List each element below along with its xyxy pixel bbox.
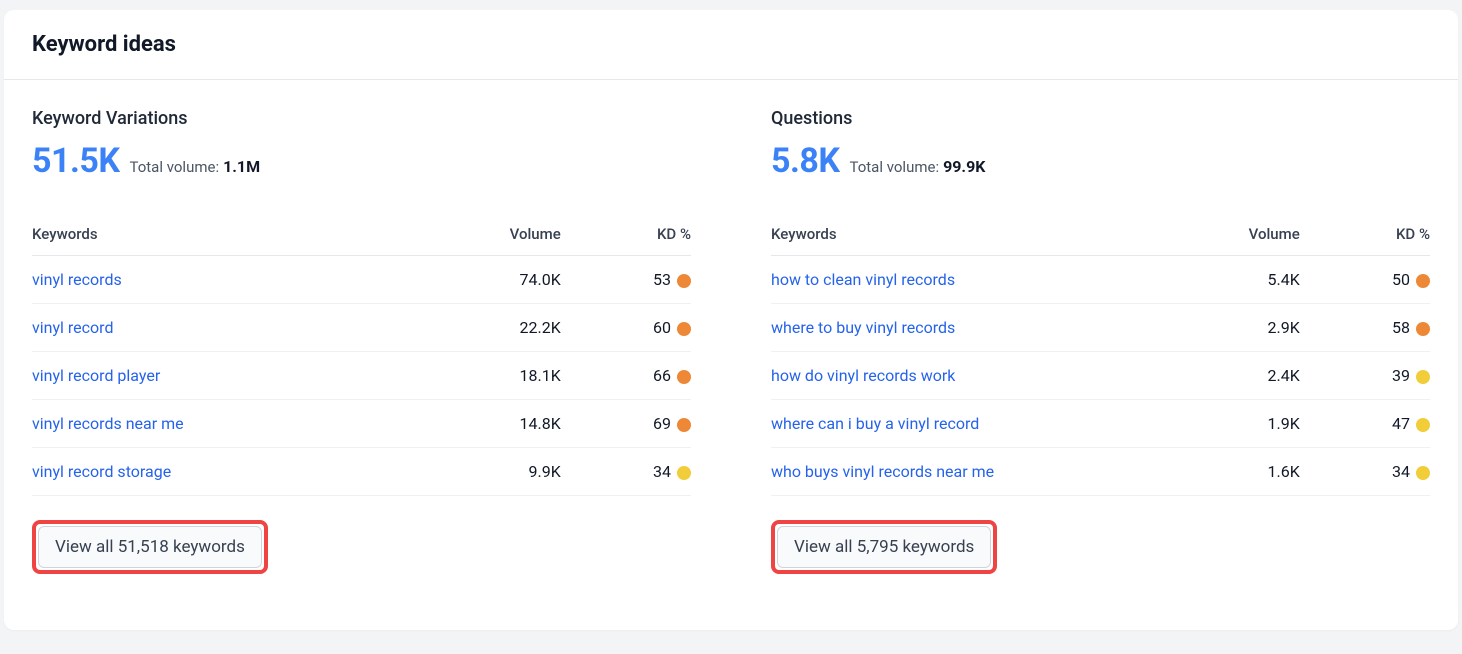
volume-cell: 18.1K [414, 352, 561, 400]
kd-difficulty-dot-icon [1416, 418, 1430, 432]
table-row: how to clean vinyl records 5.4K 50 [771, 256, 1430, 304]
variations-count: 51.5K [32, 141, 120, 181]
table-row: vinyl record 22.2K 60 [32, 304, 691, 352]
kd-difficulty-dot-icon [677, 322, 691, 336]
kd-value: 60 [653, 318, 671, 337]
table-row: where can i buy a vinyl record 1.9K 47 [771, 400, 1430, 448]
variations-tbody: vinyl records74.0K53vinyl record22.2K60v… [32, 256, 691, 496]
keyword-ideas-card: Keyword ideas Keyword Variations 51.5K T… [4, 10, 1458, 630]
questions-metric: 5.8K Total volume: 99.9K [771, 141, 1430, 181]
table-row: where to buy vinyl records 2.9K 58 [771, 304, 1430, 352]
volume-cell: 2.9K [1153, 304, 1300, 352]
keyword-link[interactable]: where to buy vinyl records [771, 318, 955, 337]
kd-cell: 47 [1300, 400, 1430, 448]
columns-wrap: Keyword Variations 51.5K Total volume: 1… [4, 80, 1458, 602]
questions-total-value: 99.9K [943, 157, 985, 176]
questions-total-wrap: Total volume: 99.9K [850, 157, 986, 176]
volume-cell: 2.4K [1153, 352, 1300, 400]
variations-total-label: Total volume: [130, 158, 220, 176]
variations-col-volume: Volume [414, 215, 561, 256]
kd-value: 34 [653, 462, 671, 481]
keyword-link[interactable]: where can i buy a vinyl record [771, 414, 979, 433]
kd-cell: 58 [1300, 304, 1430, 352]
card-header: Keyword ideas [4, 10, 1458, 80]
keyword-link[interactable]: who buys vinyl records near me [771, 462, 994, 481]
table-row: who buys vinyl records near me 1.6K 34 [771, 448, 1430, 496]
questions-tbody: how to clean vinyl records 5.4K 50 where to… [771, 256, 1430, 496]
volume-cell: 14.8K [414, 400, 561, 448]
volume-cell: 1.9K [1153, 400, 1300, 448]
variations-highlight-box: View all 51,518 keywords [32, 520, 268, 574]
questions-col-keywords: Keywords [771, 215, 1153, 256]
kd-cell: 60 [561, 304, 691, 352]
kd-value: 58 [1392, 318, 1410, 337]
card-title: Keyword ideas [32, 32, 1430, 57]
kd-cell: 50 [1300, 256, 1430, 304]
keyword-link[interactable]: vinyl records [32, 270, 122, 289]
table-row: vinyl records near me 14.8K 69 [32, 400, 691, 448]
keyword-link[interactable]: vinyl record storage [32, 462, 171, 481]
questions-col-kd: KD % [1300, 215, 1430, 256]
variations-column: Keyword Variations 51.5K Total volume: 1… [32, 108, 691, 574]
questions-count: 5.8K [771, 141, 840, 181]
kd-difficulty-dot-icon [677, 274, 691, 288]
volume-cell: 22.2K [414, 304, 561, 352]
kd-cell: 34 [561, 448, 691, 496]
kd-value: 47 [1392, 414, 1410, 433]
keyword-link[interactable]: how to clean vinyl records [771, 270, 955, 289]
questions-col-volume: Volume [1153, 215, 1300, 256]
kd-cell: 34 [1300, 448, 1430, 496]
view-all-questions-button[interactable]: View all 5,795 keywords [777, 526, 991, 568]
kd-value: 50 [1392, 270, 1410, 289]
kd-value: 39 [1392, 366, 1410, 385]
kd-difficulty-dot-icon [1416, 322, 1430, 336]
kd-cell: 66 [561, 352, 691, 400]
variations-col-kd: KD % [561, 215, 691, 256]
variations-total-wrap: Total volume: 1.1M [130, 157, 261, 176]
variations-table: Keywords Volume KD % vinyl records 74.0K 5… [32, 215, 691, 496]
kd-cell: 69 [561, 400, 691, 448]
table-row: vinyl records 74.0K 53 [32, 256, 691, 304]
kd-value: 34 [1392, 462, 1410, 481]
keyword-link[interactable]: vinyl record player [32, 366, 160, 385]
questions-total-label: Total volume: [850, 158, 940, 176]
table-row: vinyl record storage 9.9K 34 [32, 448, 691, 496]
kd-value: 53 [653, 270, 671, 289]
volume-cell: 5.4K [1153, 256, 1300, 304]
questions-title: Questions [771, 108, 1430, 129]
kd-cell: 53 [561, 256, 691, 304]
kd-cell: 39 [1300, 352, 1430, 400]
keyword-link[interactable]: how do vinyl records work [771, 366, 955, 385]
kd-difficulty-dot-icon [677, 370, 691, 384]
keyword-link[interactable]: vinyl record [32, 318, 113, 337]
kd-difficulty-dot-icon [677, 418, 691, 432]
keyword-link[interactable]: vinyl records near me [32, 414, 184, 433]
volume-cell: 1.6K [1153, 448, 1300, 496]
table-row: how do vinyl records work 2.4K 39 [771, 352, 1430, 400]
variations-col-keywords: Keywords [32, 215, 414, 256]
kd-value: 69 [653, 414, 671, 433]
variations-total-value: 1.1M [223, 157, 260, 176]
kd-difficulty-dot-icon [1416, 466, 1430, 480]
view-all-variations-button[interactable]: View all 51,518 keywords [38, 526, 262, 568]
kd-difficulty-dot-icon [677, 466, 691, 480]
variations-title: Keyword Variations [32, 108, 691, 129]
table-row: vinyl record player 18.1K 66 [32, 352, 691, 400]
questions-column: Questions 5.8K Total volume: 99.9K Keywo… [771, 108, 1430, 574]
kd-difficulty-dot-icon [1416, 370, 1430, 384]
kd-value: 66 [653, 366, 671, 385]
volume-cell: 74.0K [414, 256, 561, 304]
kd-difficulty-dot-icon [1416, 274, 1430, 288]
variations-metric: 51.5K Total volume: 1.1M [32, 141, 691, 181]
volume-cell: 9.9K [414, 448, 561, 496]
questions-table: Keywords Volume KD % how to clean vinyl … [771, 215, 1430, 496]
questions-highlight-box: View all 5,795 keywords [771, 520, 997, 574]
